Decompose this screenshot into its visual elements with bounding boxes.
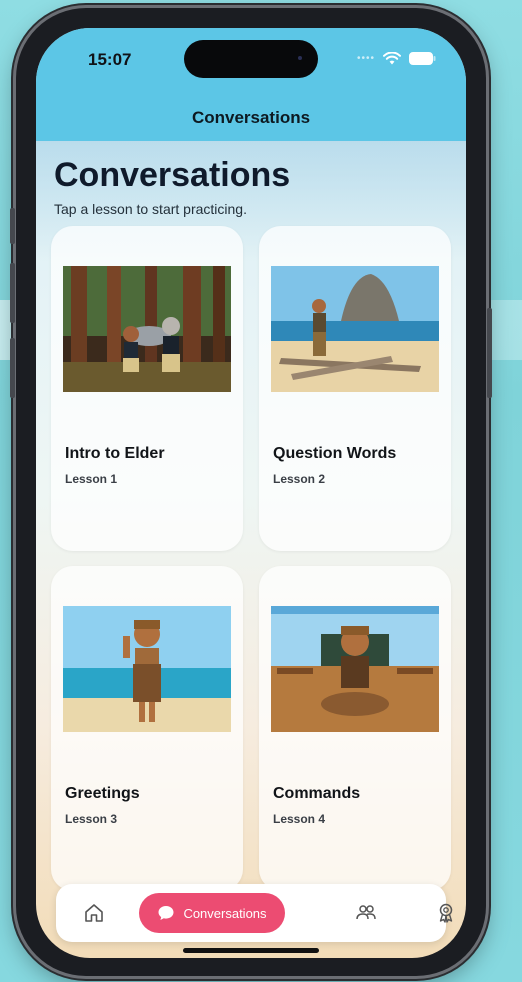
volume-up-button bbox=[10, 263, 15, 323]
tab-label: Conversations bbox=[183, 905, 267, 921]
award-icon bbox=[439, 903, 453, 923]
tab-community[interactable] bbox=[344, 884, 388, 942]
lesson-title: Commands bbox=[273, 785, 361, 802]
app-screen: 15:07 •••• Conversations Conversations T… bbox=[36, 28, 466, 958]
tab-bar: Conversations bbox=[56, 884, 453, 942]
page-title: Conversations bbox=[54, 156, 291, 194]
lesson-card-1[interactable]: Intro to Elder Lesson 1 bbox=[51, 226, 243, 551]
status-icons: •••• bbox=[357, 52, 436, 65]
lesson-subtitle: Lesson 4 bbox=[273, 812, 326, 826]
lesson-card-2[interactable]: Question Words Lesson 2 bbox=[259, 226, 451, 551]
battery-icon bbox=[409, 52, 436, 65]
classroom-child-illustration bbox=[271, 606, 439, 732]
lesson-title: Question Words bbox=[273, 445, 397, 462]
lesson-card-4[interactable]: Commands Lesson 4 bbox=[259, 566, 451, 891]
page-subtitle: Tap a lesson to start practicing. bbox=[54, 201, 247, 217]
wifi-icon bbox=[383, 52, 401, 65]
lesson-subtitle: Lesson 3 bbox=[65, 812, 118, 826]
nav-title: Conversations bbox=[191, 108, 311, 127]
phone-frame: 15:07 •••• Conversations Conversations T… bbox=[10, 8, 492, 976]
tab-conversations[interactable]: Conversations bbox=[139, 893, 285, 933]
signal-dots-icon: •••• bbox=[356, 53, 375, 64]
lesson-subtitle: Lesson 1 bbox=[65, 472, 118, 486]
tab-achievements[interactable] bbox=[424, 884, 466, 942]
lesson-title: Greetings bbox=[65, 785, 140, 802]
tab-home[interactable] bbox=[74, 884, 114, 942]
home-icon bbox=[85, 904, 103, 922]
status-time: 15:07 bbox=[88, 50, 132, 69]
action-button bbox=[10, 208, 15, 244]
forest-elder-illustration bbox=[63, 266, 231, 392]
home-indicator[interactable] bbox=[183, 948, 319, 953]
camera-dot bbox=[298, 56, 302, 60]
beach-sea-stack-illustration bbox=[271, 266, 439, 392]
volume-down-button bbox=[10, 338, 15, 398]
lesson-subtitle: Lesson 2 bbox=[273, 472, 326, 486]
chat-bubble-icon bbox=[158, 906, 174, 920]
beach-waving-child-illustration bbox=[63, 606, 231, 732]
people-icon bbox=[356, 905, 376, 920]
lesson-card-3[interactable]: Greetings Lesson 3 bbox=[51, 566, 243, 891]
power-button bbox=[487, 308, 492, 398]
lesson-title: Intro to Elder bbox=[65, 445, 165, 462]
